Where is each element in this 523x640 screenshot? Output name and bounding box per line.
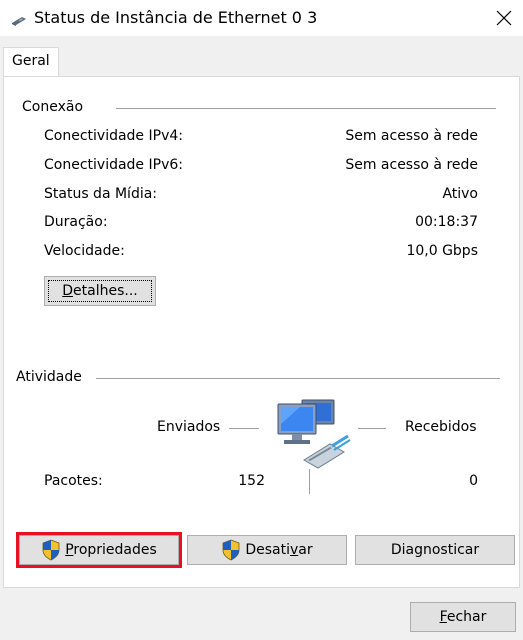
- network-adapter-icon: [12, 17, 26, 26]
- connection-heading: Conexão: [22, 99, 84, 115]
- duration-value: 00:18:37: [415, 214, 478, 230]
- connection-divider: [116, 108, 496, 109]
- network-computers-icon: [277, 399, 351, 469]
- received-label: Recebidos: [405, 419, 477, 435]
- ipv4-value: Sem acesso à rede: [345, 128, 478, 144]
- received-line: [358, 428, 386, 429]
- ipv4-label: Conectividade IPv4:: [44, 128, 183, 144]
- properties-button-label: Propriedades: [65, 542, 157, 558]
- speed-label: Velocidade:: [44, 243, 125, 259]
- packets-sent-value: 152: [238, 473, 265, 489]
- uac-shield-icon: [42, 539, 60, 561]
- packets-label: Pacotes:: [44, 473, 103, 489]
- tab-geral[interactable]: Geral: [3, 47, 59, 77]
- ipv6-value: Sem acesso à rede: [345, 157, 478, 173]
- packets-separator: [309, 469, 310, 494]
- focus-rect: [48, 280, 152, 302]
- title-bar: Status de Instância de Ethernet 0 3: [0, 0, 523, 36]
- duration-label: Duração:: [44, 214, 108, 230]
- media-status-value: Ativo: [442, 186, 478, 202]
- diagnose-button-label: Diagnosticar: [390, 542, 480, 558]
- tab-label: Geral: [12, 53, 50, 69]
- media-status-label: Status da Mídia:: [44, 186, 158, 202]
- disable-button-label: Desativar: [245, 542, 313, 558]
- close-button[interactable]: Fechar: [410, 602, 516, 632]
- speed-value: 10,0 Gbps: [406, 243, 478, 259]
- properties-button[interactable]: Propriedades: [19, 535, 179, 565]
- close-icon[interactable]: [490, 4, 518, 32]
- diagnose-button[interactable]: Diagnosticar: [355, 535, 515, 565]
- activity-divider: [96, 378, 500, 379]
- sent-line: [229, 428, 259, 429]
- close-button-label: Fechar: [439, 609, 487, 625]
- ipv6-label: Conectividade IPv6:: [44, 157, 183, 173]
- tab-panel: [3, 76, 520, 588]
- uac-shield-icon: [222, 539, 240, 561]
- packets-received-value: 0: [469, 473, 478, 489]
- sent-label: Enviados: [157, 419, 221, 435]
- window-title: Status de Instância de Ethernet 0 3: [34, 8, 318, 27]
- activity-heading: Atividade: [16, 369, 82, 385]
- details-button[interactable]: Detalhes...: [44, 276, 156, 306]
- disable-button[interactable]: Desativar: [187, 535, 347, 565]
